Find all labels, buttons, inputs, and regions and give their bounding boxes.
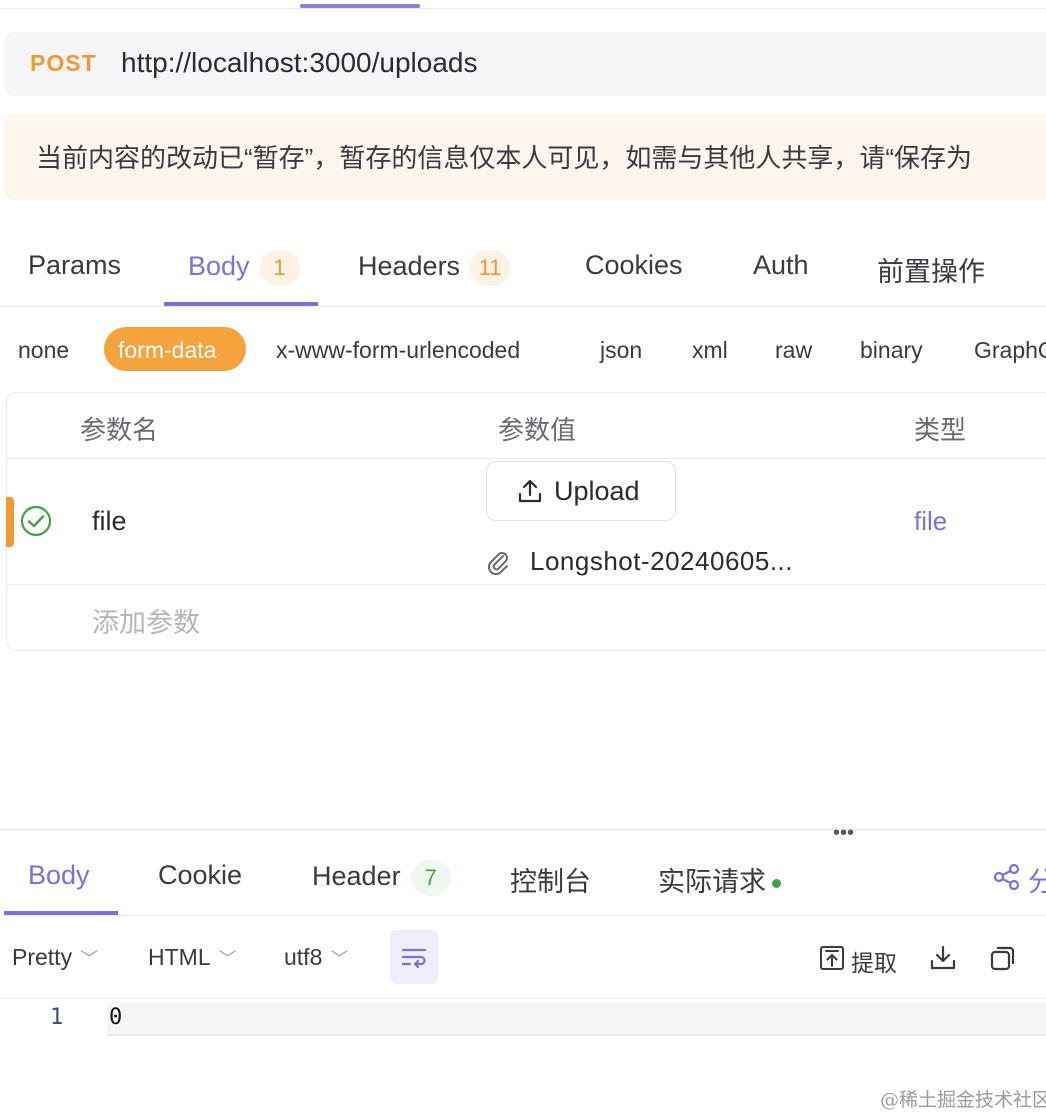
body-type-binary[interactable]: binary	[860, 337, 923, 364]
tab-active-underline	[164, 302, 318, 306]
tab-label: Header	[312, 861, 401, 891]
top-tab-bar	[0, 0, 1046, 9]
tab-cookies[interactable]: Cookies	[585, 250, 683, 281]
encoding-select[interactable]: utf8 ﹀	[284, 944, 348, 971]
body-type-xml[interactable]: xml	[692, 337, 728, 364]
column-header-type: 类型	[914, 415, 967, 445]
format-value: Pretty	[12, 944, 73, 970]
response-tab-header[interactable]: Header 7	[312, 860, 451, 896]
body-type-raw[interactable]: raw	[775, 337, 812, 364]
check-circle-icon[interactable]	[20, 505, 52, 537]
tab-badge: 11	[470, 250, 511, 286]
tab-params[interactable]: Params	[28, 250, 121, 281]
request-url[interactable]: http://localhost:3000/uploads	[121, 47, 477, 79]
column-header-name: 参数名	[80, 415, 159, 445]
format-select[interactable]: Pretty ﹀	[12, 944, 98, 971]
extract-label[interactable]: 提取	[851, 944, 897, 978]
active-tab-indicator	[300, 4, 420, 8]
param-type[interactable]: file	[914, 506, 947, 537]
response-tab-body[interactable]: Body	[28, 860, 90, 891]
row-active-marker	[6, 497, 14, 547]
tab-pre-operations[interactable]: 前置操作	[877, 250, 985, 289]
body-type-urlencoded[interactable]: x-www-form-urlencoded	[276, 337, 520, 364]
language-value: HTML	[148, 944, 211, 970]
chevron-down-icon: ﹀	[80, 949, 99, 969]
tab-label: Cookie	[158, 860, 243, 890]
body-type-form-data[interactable]: form-data	[118, 337, 216, 364]
tab-label: Params	[28, 250, 122, 280]
response-tab-underline	[4, 911, 118, 915]
encoding-value: utf8	[284, 944, 323, 970]
response-body-content[interactable]: 0	[109, 1005, 122, 1030]
tab-label: Body	[28, 860, 90, 890]
draft-notice-text: 当前内容的改动已“暂存”，暂存的信息仅本人可见，如需与其他人共享，请“保存为	[36, 143, 972, 173]
wrap-lines-icon	[401, 948, 427, 969]
http-method[interactable]: POST	[30, 50, 97, 77]
tab-label: Cookies	[585, 250, 683, 280]
body-type-json[interactable]: json	[600, 337, 642, 364]
response-tab-console[interactable]: 控制台	[510, 860, 591, 899]
uploaded-file-name[interactable]: Longshot-20240605...	[530, 546, 793, 577]
tab-body[interactable]: Body 1	[188, 250, 300, 286]
tab-label: Auth	[753, 250, 809, 280]
tab-label: Headers	[358, 251, 461, 281]
copy-icon[interactable]	[989, 944, 1017, 972]
watermark: @稀土掘金技术社区	[880, 1089, 1046, 1111]
body-type-graphql[interactable]: GraphQ	[974, 337, 1046, 364]
chevron-down-icon: ﹀	[330, 949, 349, 969]
column-header-value: 参数值	[498, 415, 577, 445]
current-line-highlight	[107, 1002, 1046, 1036]
body-type-none[interactable]: none	[18, 337, 69, 364]
paperclip-icon	[487, 552, 508, 576]
header-divider	[7, 458, 1046, 459]
response-tab-actual-request[interactable]: 实际请求	[658, 860, 781, 899]
upload-label: Upload	[554, 476, 640, 506]
upload-icon	[518, 479, 542, 503]
tab-label: 控制台	[510, 867, 591, 897]
tab-badge: 7	[410, 860, 451, 896]
param-name[interactable]: file	[92, 506, 127, 537]
chevron-down-icon: ﹀	[218, 949, 237, 969]
download-icon[interactable]	[929, 944, 957, 972]
tab-label: 实际请求	[658, 867, 766, 897]
share-label[interactable]: 分	[1028, 860, 1046, 899]
add-param-placeholder[interactable]: 添加参数	[92, 601, 200, 640]
tab-auth[interactable]: Auth	[753, 250, 809, 281]
share-icon[interactable]	[992, 862, 1022, 892]
response-tab-cookie[interactable]: Cookie	[158, 860, 242, 891]
tab-label: 前置操作	[877, 257, 985, 287]
code-area-top-border	[0, 998, 1046, 999]
row-divider	[7, 584, 1046, 585]
tab-headers[interactable]: Headers 11	[358, 250, 511, 286]
tab-badge: 1	[259, 250, 300, 286]
panel-divider[interactable]	[0, 828, 1046, 831]
extract-icon[interactable]	[818, 944, 846, 972]
line-number: 1	[50, 1005, 64, 1030]
language-select[interactable]: HTML ﹀	[148, 944, 237, 971]
status-dot	[772, 879, 781, 889]
tab-label: Body	[188, 251, 250, 281]
